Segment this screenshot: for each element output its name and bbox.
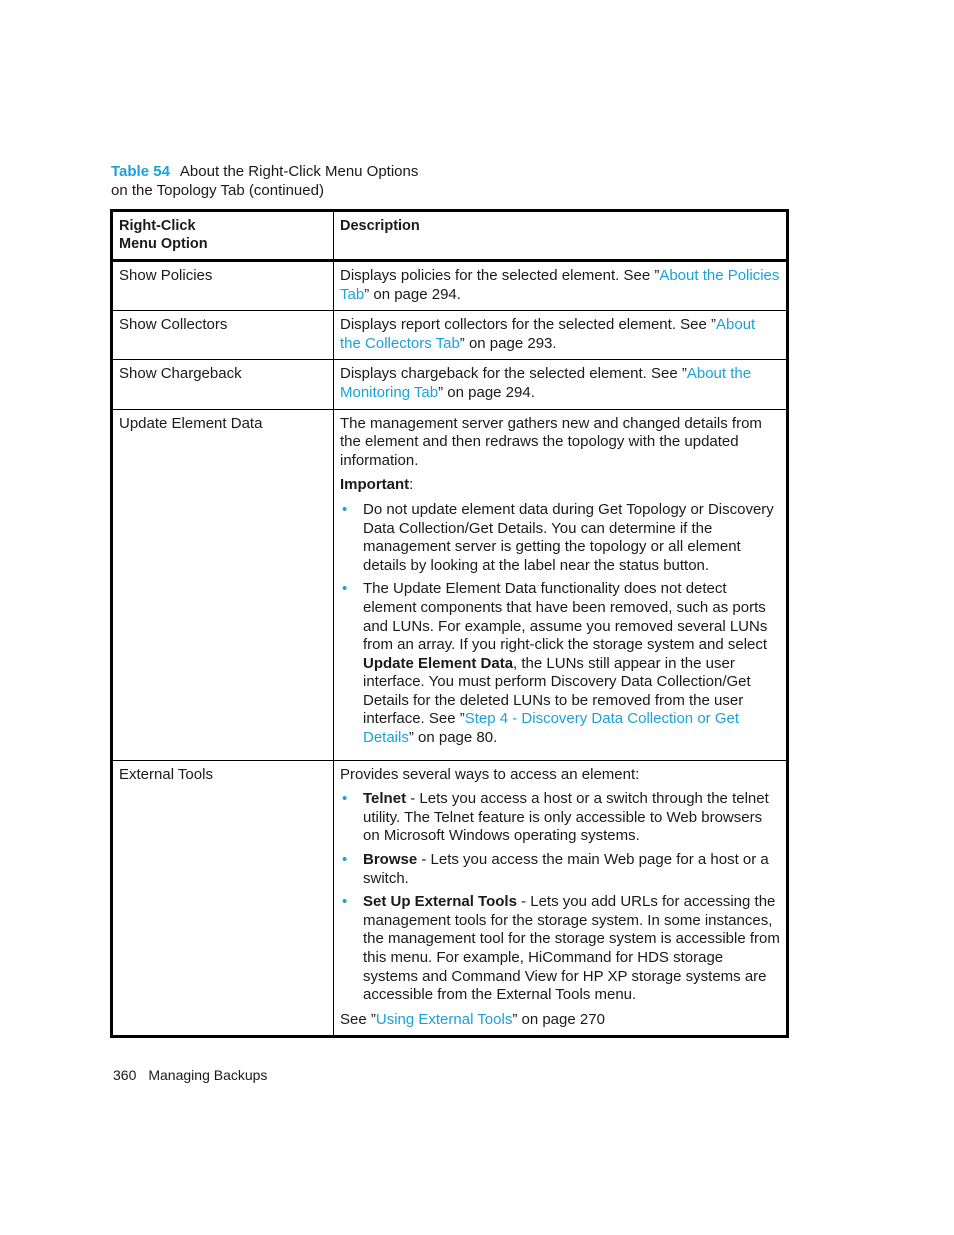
table-title: About the Right-Click Menu Options xyxy=(179,163,419,180)
bullet-icon: • xyxy=(342,893,348,911)
menu-options-table: Right-Click Menu Option Description Show … xyxy=(110,209,789,1039)
bullet-text: - Lets you access the main Web page for … xyxy=(363,851,769,887)
bullet-text: ” on page 80. xyxy=(408,729,498,747)
list-item: • Set Up External Tools - Lets you add UR… xyxy=(340,893,780,1005)
desc-intro: Provides several ways to access an eleme… xyxy=(340,765,640,783)
section-title: Managing Backups xyxy=(148,1067,268,1083)
list-item: • Telnet - Lets you access a host or a sw… xyxy=(340,790,780,846)
option-cell: External Tools xyxy=(111,759,334,1038)
page-number: 360 xyxy=(113,1067,137,1083)
desc-text: ” on page 294. xyxy=(438,383,535,401)
header-text: Menu Option xyxy=(119,236,208,252)
link-using-external-tools[interactable]: Using External Tools xyxy=(376,1011,512,1028)
table-row: Show Policies Displays policies for the … xyxy=(111,259,788,312)
option-cell: Show Policies xyxy=(111,259,334,312)
header-text: Right-Click xyxy=(119,218,196,234)
caption-line-2: on the Topology Tab (continued) xyxy=(111,182,324,199)
bullet-text: The Update Element Data functionality do… xyxy=(363,580,768,654)
table-row: Show Chargeback Displays chargeback for … xyxy=(111,359,788,410)
option-cell: Update Element Data xyxy=(111,408,334,761)
description-cell: Displays policies for the selected eleme… xyxy=(333,259,788,312)
bullet-icon: • xyxy=(342,580,348,598)
important-label: Important xyxy=(340,476,410,494)
desc-text: ” on page 293. xyxy=(459,334,557,352)
option-cell: Show Chargeback xyxy=(111,359,334,410)
bullet-text: Do not update element data during Get To… xyxy=(363,500,774,574)
bullet-text: - Lets you access a host or a switch thr… xyxy=(363,790,769,845)
desc-text: Displays report collectors for the selec… xyxy=(340,316,717,334)
desc-text: Displays chargeback for the selected ele… xyxy=(340,365,687,383)
bold-term: Telnet xyxy=(363,790,407,808)
see-text: See ” xyxy=(340,1010,376,1028)
bullet-icon: • xyxy=(342,790,348,808)
see-text: ” on page 270 xyxy=(512,1010,605,1028)
colon: : xyxy=(409,476,414,494)
description-cell: Provides several ways to access an eleme… xyxy=(333,759,788,1038)
bold-term: Update Element Data xyxy=(363,654,514,672)
table-header-row: Right-Click Menu Option Description xyxy=(111,210,788,262)
list-item: • Browse - Lets you access the main Web p… xyxy=(340,851,780,888)
header-description: Description xyxy=(333,210,788,262)
description-cell: Displays report collectors for the selec… xyxy=(333,310,788,361)
bold-term: Browse xyxy=(363,851,418,869)
desc-text: Displays policies for the selected eleme… xyxy=(340,267,660,284)
bullet-icon: • xyxy=(342,851,348,869)
table-caption: Table 54 About the Right-Click Menu Optio… xyxy=(111,162,418,200)
bullet-list: • Telnet - Lets you access a host or a sw… xyxy=(340,790,780,1005)
bold-term: Set Up External Tools xyxy=(363,893,517,911)
description-cell: The management server gathers new and ch… xyxy=(333,408,788,761)
list-item: • The Update Element Data functionality d… xyxy=(340,580,780,747)
header-menu-option: Right-Click Menu Option xyxy=(111,210,334,262)
table-row: External Tools Provides several ways to … xyxy=(111,759,788,1038)
caption-line-1: Table 54 About the Right-Click Menu Optio… xyxy=(111,162,418,181)
list-item: • Do not update element data during Get T… xyxy=(340,501,780,575)
page-footer: 360 Managing Backups xyxy=(113,1067,267,1083)
desc-text: ” on page 294. xyxy=(364,285,461,303)
bullet-icon: • xyxy=(342,500,348,518)
description-cell: Displays chargeback for the selected ele… xyxy=(333,359,788,410)
bullet-list: • Do not update element data during Get T… xyxy=(340,501,780,748)
desc-intro: The management server gathers new and ch… xyxy=(340,414,762,469)
table-row: Update Element Data The management serve… xyxy=(111,408,788,761)
table-number: Table 54 xyxy=(111,163,170,180)
see-also: See ”Using External Tools” on page 270 xyxy=(340,1011,780,1030)
table-row: Show Collectors Displays report collecto… xyxy=(111,310,788,361)
option-cell: Show Collectors xyxy=(111,310,334,361)
important-note: Important: xyxy=(340,476,780,495)
